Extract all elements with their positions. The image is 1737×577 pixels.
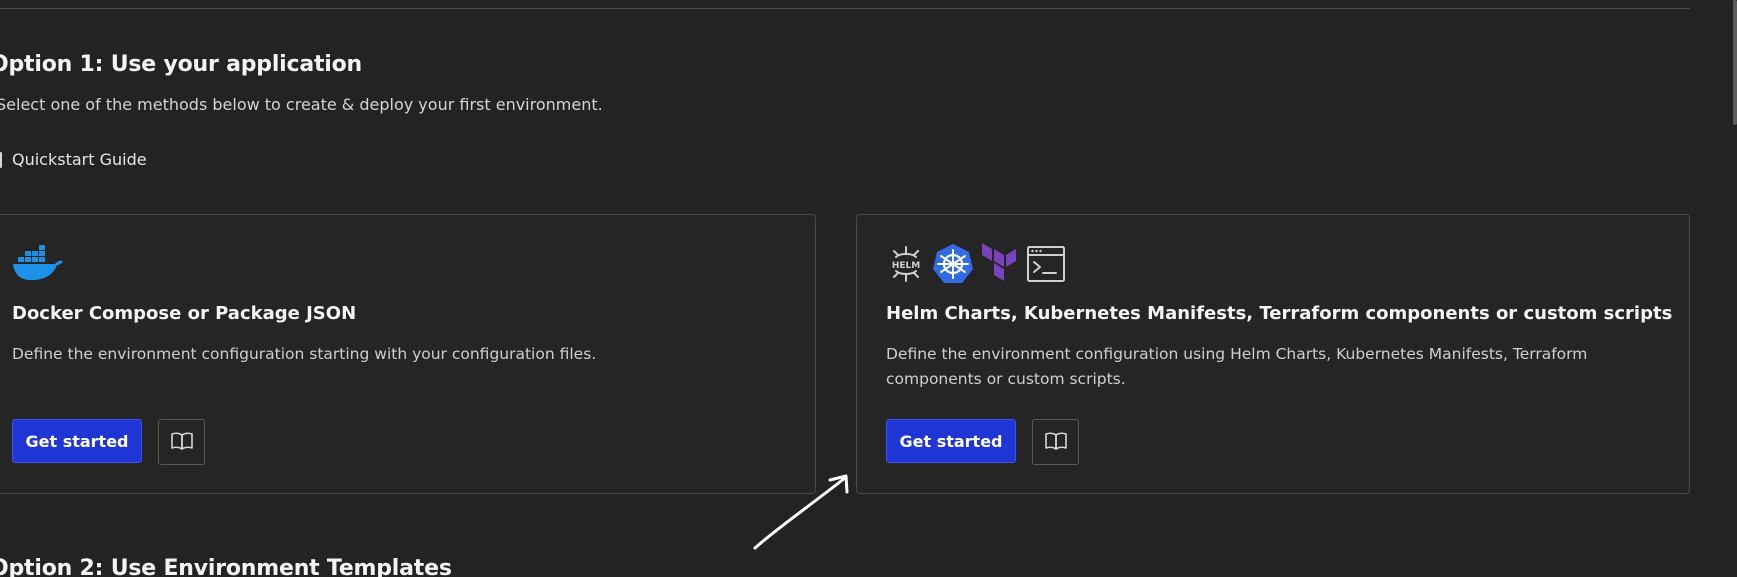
book-icon xyxy=(170,431,194,454)
card-title: Docker Compose or Package JSON xyxy=(12,303,357,324)
docker-icon xyxy=(12,243,64,287)
scrollbar[interactable] xyxy=(1733,0,1737,125)
arrow-annotation xyxy=(753,474,849,550)
quickstart-guide-link[interactable]: Quickstart Guide xyxy=(0,150,147,169)
terraform-icon xyxy=(980,243,1020,289)
option2-title: Option 2: Use Environment Templates xyxy=(0,556,452,577)
helm-icon: HELM xyxy=(886,244,926,288)
book-icon xyxy=(0,151,2,168)
card-title: Helm Charts, Kubernetes Manifests, Terra… xyxy=(886,303,1673,324)
helm-text: HELM xyxy=(892,261,920,271)
get-started-button[interactable]: Get started xyxy=(886,419,1016,463)
divider xyxy=(0,8,1690,9)
option1-title: Option 1: Use your application xyxy=(0,52,363,77)
terminal-icon xyxy=(1026,244,1066,288)
kubernetes-icon xyxy=(932,243,974,289)
quickstart-label: Quickstart Guide xyxy=(12,150,147,169)
get-started-button[interactable]: Get started xyxy=(12,419,142,463)
card-icons xyxy=(12,243,64,287)
page: Option 1: Use your application Select on… xyxy=(0,0,1737,577)
card-description: Define the environment configuration usi… xyxy=(886,345,1588,388)
option1-subtitle: Select one of the methods below to creat… xyxy=(0,95,603,114)
book-icon xyxy=(1044,431,1068,454)
helm-kubernetes-terraform-card: HELM Helm Charts, Kubernetes Manifests, … xyxy=(856,214,1690,494)
card-description: Define the environment configuration sta… xyxy=(12,345,597,363)
docs-button[interactable] xyxy=(158,419,205,465)
card-icons: HELM xyxy=(886,243,1066,289)
docs-button[interactable] xyxy=(1032,419,1079,465)
docker-compose-card: Docker Compose or Package JSON Define th… xyxy=(0,214,816,494)
